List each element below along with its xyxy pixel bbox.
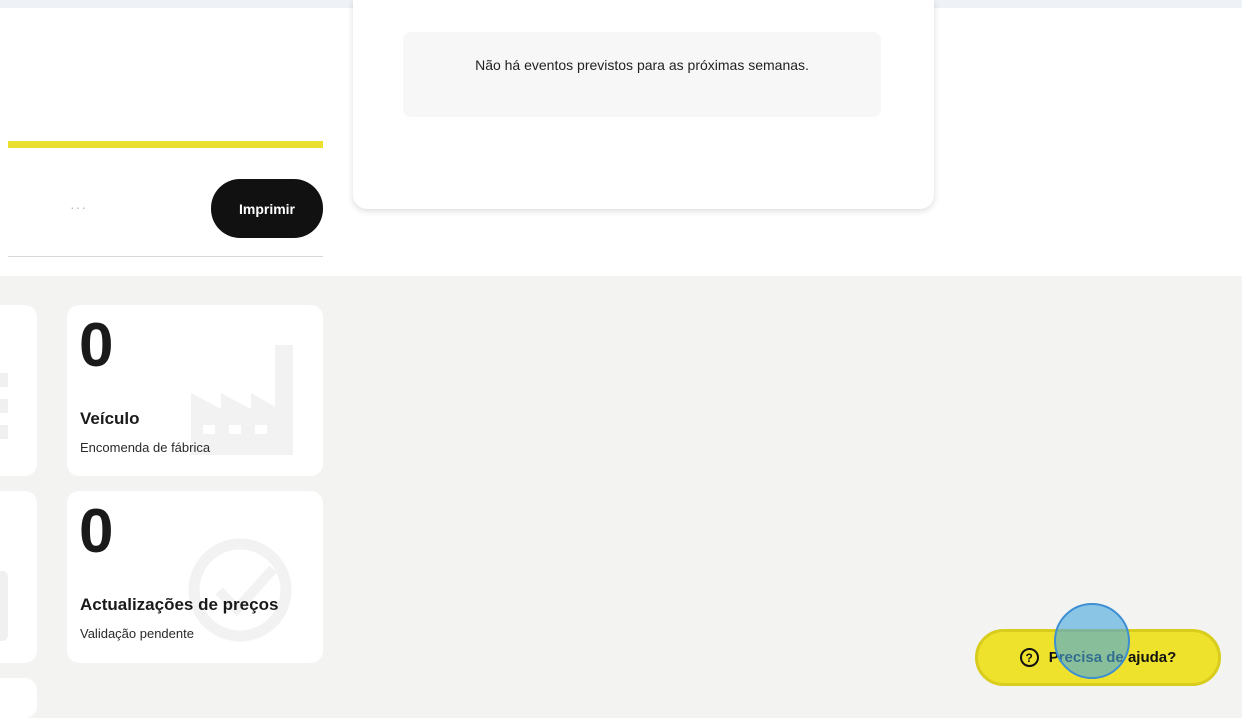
- stat-title: Veículo: [80, 409, 140, 428]
- help-question-icon: ?: [1019, 648, 1039, 667]
- stat-card-price-updates[interactable]: 0 Actualizações de preços Validação pend…: [67, 491, 323, 663]
- print-button[interactable]: Imprimir: [211, 179, 323, 238]
- stat-subtitle: Encomenda de fábrica: [80, 440, 211, 455]
- left-panel: ··· Imprimir: [0, 0, 340, 276]
- events-card: Não há eventos previstos para as próxima…: [353, 0, 934, 209]
- stat-title: Actualizações de preços: [80, 595, 279, 614]
- stat-card-vehicle[interactable]: 0 Veículo Encomenda de fábrica: [67, 305, 323, 476]
- click-indicator: [1054, 603, 1130, 679]
- stat-subtitle: Validação pendente: [80, 626, 194, 641]
- divider: [8, 256, 323, 257]
- partial-icon: [0, 571, 8, 641]
- stat-card-partial[interactable]: [0, 678, 37, 718]
- progress-accent-bar: [8, 141, 323, 148]
- events-empty-state: Não há eventos previstos para as próxima…: [403, 32, 881, 117]
- stat-card-partial[interactable]: [0, 305, 37, 476]
- stat-value: 0: [79, 311, 114, 380]
- check-circle-icon: [188, 538, 292, 642]
- stat-card-partial[interactable]: [0, 491, 37, 663]
- stat-value: 0: [79, 497, 114, 566]
- partial-icon: [0, 373, 8, 439]
- more-options-button[interactable]: ···: [70, 199, 87, 215]
- factory-icon: [191, 345, 293, 455]
- events-empty-message: Não há eventos previstos para as próxima…: [475, 57, 809, 73]
